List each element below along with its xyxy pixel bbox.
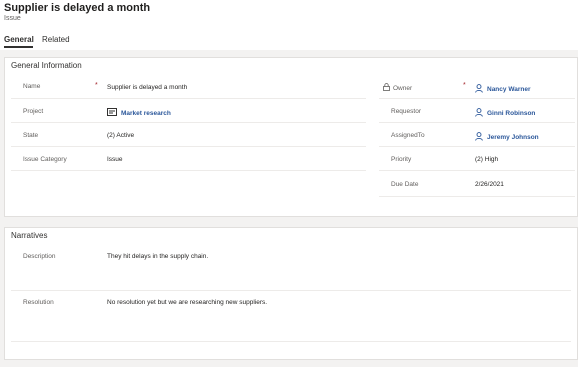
- tab-general[interactable]: General: [4, 35, 34, 44]
- divider: [379, 122, 575, 123]
- divider: [11, 98, 366, 99]
- owner-lookup[interactable]: Nancy Warner: [475, 84, 530, 95]
- required-marker: *: [463, 82, 466, 89]
- project-label: Project: [23, 108, 44, 115]
- owner-label-group: Owner: [383, 83, 412, 93]
- divider: [11, 341, 571, 342]
- divider: [379, 170, 575, 171]
- section-title: General Information: [11, 61, 82, 70]
- divider: [379, 146, 575, 147]
- narratives-section: Narratives Description They hit delays i…: [4, 227, 578, 360]
- divider: [379, 98, 575, 99]
- priority-label: Priority: [391, 156, 412, 163]
- record-entity-type: Issue: [4, 15, 21, 22]
- divider: [11, 170, 366, 171]
- issue-category-field[interactable]: Issue: [107, 156, 123, 163]
- assignedto-lookup[interactable]: Jeremy Johnson: [475, 132, 539, 143]
- resolution-label: Resolution: [23, 299, 54, 306]
- person-icon: [475, 108, 483, 119]
- section-title: Narratives: [11, 231, 48, 240]
- assignedto-link[interactable]: Jeremy Johnson: [487, 134, 539, 141]
- project-link[interactable]: Market research: [121, 110, 171, 117]
- due-date-field[interactable]: 2/26/2021: [475, 181, 504, 188]
- name-field[interactable]: Supplier is delayed a month: [107, 84, 187, 91]
- due-date-label: Due Date: [391, 181, 419, 188]
- record-title: Supplier is delayed a month: [4, 2, 151, 14]
- requestor-label: Requestor: [391, 108, 421, 115]
- description-label: Description: [23, 253, 56, 260]
- project-icon: [107, 108, 117, 118]
- state-label: State: [23, 132, 39, 139]
- active-tab-indicator: [4, 46, 33, 48]
- description-field[interactable]: They hit delays in the supply chain.: [107, 253, 208, 260]
- state-field[interactable]: (2) Active: [107, 132, 134, 139]
- divider: [11, 146, 366, 147]
- record-header: Supplier is delayed a month Issue Genera…: [0, 0, 578, 50]
- name-label: Name: [23, 83, 41, 90]
- tab-related[interactable]: Related: [42, 35, 70, 44]
- person-icon: [475, 132, 483, 143]
- owner-link[interactable]: Nancy Warner: [487, 86, 530, 93]
- requestor-lookup[interactable]: Ginni Robinson: [475, 108, 535, 119]
- owner-label: Owner: [393, 84, 413, 92]
- requestor-link[interactable]: Ginni Robinson: [487, 110, 535, 117]
- issue-category-label: Issue Category: [23, 156, 67, 163]
- required-marker: *: [95, 82, 98, 89]
- divider: [11, 290, 571, 291]
- lock-icon: [383, 83, 390, 93]
- resolution-field[interactable]: No resolution yet but we are researching…: [107, 299, 267, 306]
- general-information-section: General Information Name * Supplier is d…: [4, 57, 578, 217]
- assignedto-label: AssignedTo: [391, 132, 425, 139]
- project-lookup[interactable]: Market research: [107, 108, 171, 118]
- person-icon: [475, 84, 483, 95]
- priority-field[interactable]: (2) High: [475, 156, 498, 163]
- divider: [379, 196, 575, 197]
- divider: [11, 122, 366, 123]
